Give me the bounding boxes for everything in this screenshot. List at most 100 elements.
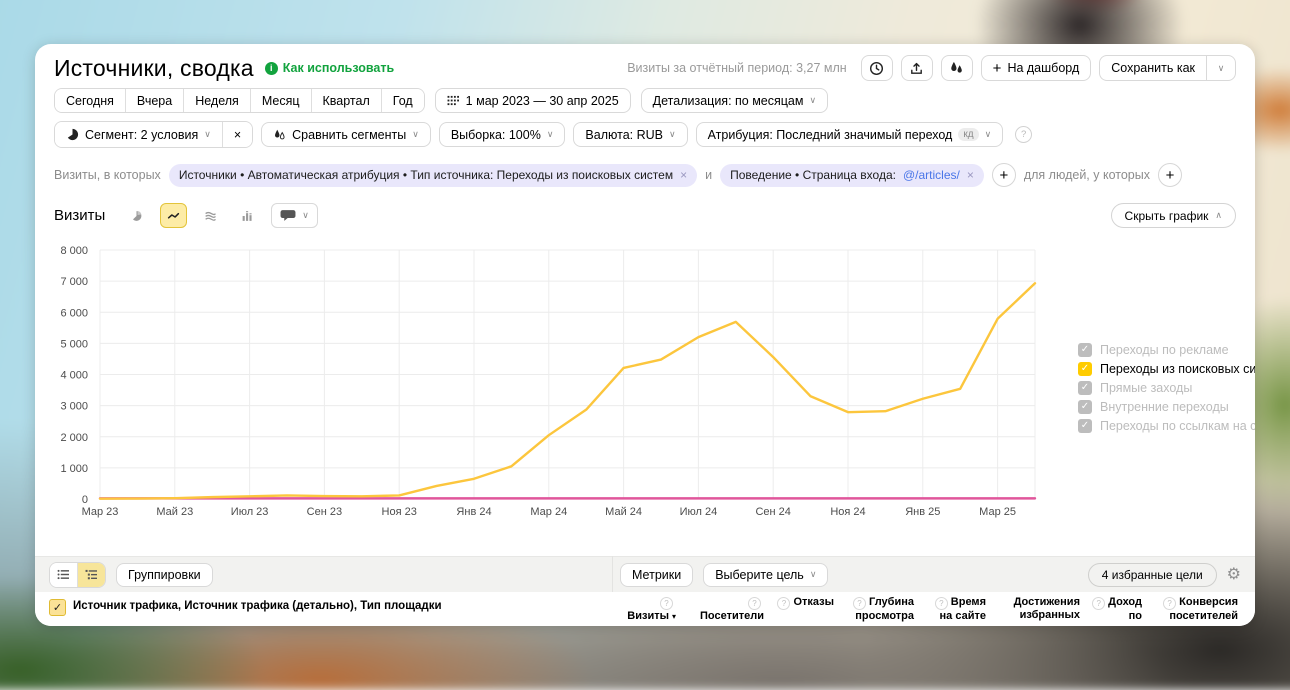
metrica-report-card: Источники, сводка i Как использовать Виз… bbox=[35, 44, 1255, 626]
legend-checkbox[interactable]: ✓ bbox=[1078, 419, 1092, 433]
clock-icon bbox=[869, 61, 884, 76]
metrica-drops-button[interactable] bbox=[941, 55, 973, 81]
date-range-button[interactable]: 1 мар 2023 — 30 апр 2025 bbox=[435, 88, 631, 113]
column-label: Отказы bbox=[793, 596, 834, 608]
filter-toolbar: Сегмент: 2 условия∨ × Сравнить сегменты∨… bbox=[54, 122, 1236, 147]
legend-item-0[interactable]: ✓ Переходы по рекламе bbox=[1078, 340, 1255, 359]
help-icon[interactable]: ? bbox=[1163, 597, 1176, 610]
metric-columns: ?Визиты▾?Посетители?Отказы?Глубина просм… bbox=[620, 596, 1247, 623]
column-header-3[interactable]: ?Глубина просмотра bbox=[844, 596, 914, 623]
list-view-button[interactable] bbox=[50, 563, 77, 587]
table-header: ✓ Источник трафика, Источник трафика (де… bbox=[35, 592, 1255, 626]
compare-segments-dropdown[interactable]: Сравнить сегменты∨ bbox=[261, 122, 431, 147]
chevron-down-icon: ∨ bbox=[302, 211, 309, 220]
legend-item-4[interactable]: ✓Переходы по ссылкам на сайтах bbox=[1078, 416, 1255, 435]
stacked-area-button[interactable] bbox=[197, 203, 224, 228]
compare-drops-icon bbox=[273, 129, 286, 141]
save-as-split-button: Сохранить как ∨ bbox=[1099, 55, 1236, 81]
svg-text:5 000: 5 000 bbox=[60, 338, 88, 350]
add-to-dashboard-button[interactable]: + На дашборд bbox=[981, 55, 1092, 81]
column-header-5[interactable]: Достижения избранных bbox=[996, 596, 1080, 622]
hide-chart-button[interactable]: Скрыть график∧ bbox=[1111, 203, 1236, 228]
column-header-1[interactable]: ?Посетители bbox=[686, 596, 764, 623]
legend-checkbox[interactable]: ✓ bbox=[1078, 343, 1092, 357]
chevron-down-icon: ∨ bbox=[809, 96, 816, 105]
quick-range-4[interactable]: Квартал bbox=[311, 89, 381, 112]
close-icon[interactable]: × bbox=[680, 168, 687, 182]
svg-text:4 000: 4 000 bbox=[60, 370, 88, 382]
quick-range-0[interactable]: Сегодня bbox=[55, 89, 125, 112]
save-as-caret-button[interactable]: ∨ bbox=[1206, 55, 1236, 81]
help-icon[interactable]: ? bbox=[1092, 597, 1105, 610]
svg-text:6 000: 6 000 bbox=[60, 307, 88, 319]
chevron-down-icon: ∨ bbox=[412, 130, 419, 139]
goal-select-dropdown[interactable]: Выберите цель∨ bbox=[703, 563, 828, 587]
legend-item-3[interactable]: ✓Внутренние переходы bbox=[1078, 397, 1255, 416]
metrics-button[interactable]: Метрики bbox=[620, 563, 693, 587]
legend-item-2[interactable]: ✓Прямые заходы bbox=[1078, 378, 1255, 397]
save-as-button[interactable]: Сохранить как bbox=[1099, 55, 1206, 81]
line-chart-button[interactable] bbox=[160, 203, 187, 228]
help-icon[interactable]: ? bbox=[660, 597, 673, 610]
column-label: Достижения избранных bbox=[1014, 596, 1080, 621]
goals-cluster: 4 избранные цели ⚙ bbox=[1088, 563, 1241, 587]
legend-item-1[interactable]: ✓Переходы из поисковых систем bbox=[1078, 359, 1255, 378]
attribution-dropdown[interactable]: Атрибуция: Последний значимый переход кд… bbox=[696, 122, 1004, 147]
column-header-7[interactable]: ?Конверсия посетителей bbox=[1152, 596, 1238, 623]
svg-text:0: 0 bbox=[82, 494, 88, 506]
comment-bubble-icon bbox=[280, 209, 296, 222]
gear-icon[interactable]: ⚙ bbox=[1227, 567, 1241, 583]
stacked-area-icon bbox=[204, 208, 217, 224]
chevron-down-icon: ∨ bbox=[810, 570, 817, 579]
segment-clear-button[interactable]: × bbox=[222, 122, 252, 147]
column-header-0[interactable]: ?Визиты▾ bbox=[620, 596, 676, 623]
entry-page-link[interactable]: @/articles/ bbox=[903, 168, 960, 182]
add-people-condition-button[interactable]: + bbox=[1158, 163, 1182, 187]
chevron-down-icon: ∨ bbox=[669, 130, 676, 139]
dimensions-header[interactable]: Источник трафика, Источник трафика (дета… bbox=[73, 600, 442, 612]
svg-text:Май 23: Май 23 bbox=[156, 506, 193, 518]
column-label: Визиты bbox=[627, 610, 669, 622]
select-all-checkbox[interactable]: ✓ bbox=[49, 599, 66, 616]
favorite-goals-button[interactable]: 4 избранные цели bbox=[1088, 563, 1217, 587]
quick-range-2[interactable]: Неделя bbox=[183, 89, 250, 112]
svg-text:Ноя 23: Ноя 23 bbox=[382, 506, 417, 518]
svg-text:3 000: 3 000 bbox=[60, 401, 88, 413]
sampling-dropdown[interactable]: Выборка: 100%∨ bbox=[439, 122, 566, 147]
bar-chart-button[interactable] bbox=[234, 203, 261, 228]
pie-chart-button[interactable] bbox=[123, 203, 150, 228]
condition-pill-sources[interactable]: Источники • Автоматическая атрибуция • Т… bbox=[169, 164, 697, 187]
quick-range-5[interactable]: Год bbox=[381, 89, 424, 112]
annotations-dropdown[interactable]: ∨ bbox=[271, 203, 318, 228]
svg-text:Сен 24: Сен 24 bbox=[755, 506, 790, 518]
quick-range-3[interactable]: Месяц bbox=[250, 89, 311, 112]
currency-dropdown[interactable]: Валюта: RUB∨ bbox=[573, 122, 687, 147]
svg-text:Мар 24: Мар 24 bbox=[530, 506, 567, 518]
quick-range-group: СегодняВчераНеделяМесяцКварталГод bbox=[54, 88, 425, 113]
how-to-use-link[interactable]: Как использовать bbox=[283, 61, 394, 75]
column-header-6[interactable]: ?Доход по bbox=[1090, 596, 1142, 623]
legend-checkbox[interactable]: ✓ bbox=[1078, 362, 1092, 376]
legend-checkbox[interactable]: ✓ bbox=[1078, 400, 1092, 414]
legend-label: Переходы по рекламе bbox=[1100, 343, 1229, 357]
detail-dropdown[interactable]: Детализация: по месяцам∨ bbox=[641, 88, 828, 113]
groupings-button[interactable]: Группировки bbox=[116, 563, 213, 587]
help-icon[interactable]: ? bbox=[1015, 126, 1032, 143]
quick-range-1[interactable]: Вчера bbox=[125, 89, 183, 112]
tree-view-button[interactable] bbox=[77, 563, 105, 587]
condition-pill-behavior[interactable]: Поведение • Страница входа: @/articles/ … bbox=[720, 164, 984, 187]
segment-dropdown[interactable]: Сегмент: 2 условия∨ bbox=[55, 122, 222, 147]
add-visit-condition-button[interactable]: + bbox=[992, 163, 1016, 187]
svg-text:7 000: 7 000 bbox=[60, 276, 88, 288]
legend-checkbox[interactable]: ✓ bbox=[1078, 381, 1092, 395]
column-header-4[interactable]: ?Время на сайте bbox=[924, 596, 986, 623]
column-header-2[interactable]: ?Отказы bbox=[774, 596, 834, 610]
help-icon[interactable]: ? bbox=[853, 597, 866, 610]
export-button[interactable] bbox=[901, 55, 933, 81]
help-icon[interactable]: ? bbox=[777, 597, 790, 610]
help-icon[interactable]: ? bbox=[748, 597, 761, 610]
history-button[interactable] bbox=[861, 55, 893, 81]
help-icon[interactable]: ? bbox=[935, 597, 948, 610]
table-toolbar: Группировки Метрики Выберите цель∨ 4 изб… bbox=[35, 556, 1255, 592]
close-icon[interactable]: × bbox=[967, 168, 974, 182]
